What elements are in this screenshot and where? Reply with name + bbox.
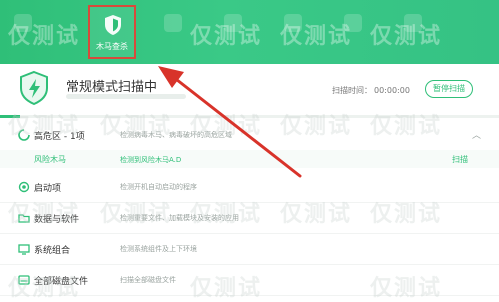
toolbar-slot[interactable] <box>0 4 46 60</box>
scan-progress-fill <box>0 115 20 118</box>
section-desc: 检测开机自动启动的程序 <box>120 183 197 191</box>
blank-icon <box>164 14 182 32</box>
scan-action-link[interactable]: 扫描 <box>452 154 468 165</box>
section-title: 高危区 - 1项 <box>34 132 85 142</box>
spinner-icon <box>18 129 30 141</box>
section-title: 启动项 <box>34 184 62 194</box>
section-title: 数据与软件 <box>34 215 80 225</box>
section-desc: 检测系统组件及上下环境 <box>120 245 197 253</box>
disk-icon <box>18 275 30 285</box>
elapsed-time: 扫描时间： 00:00:00 <box>330 85 410 96</box>
scan-title: 常规模式扫描中 <box>66 80 158 95</box>
blank-icon <box>224 14 242 32</box>
section-title: 全部磁盘文件 <box>34 277 89 287</box>
folder-icon <box>18 214 30 223</box>
toolbar-slot[interactable] <box>390 4 436 60</box>
toolbar-slot[interactable] <box>330 4 376 60</box>
scan-progress-bar <box>0 115 499 118</box>
toolbar-slot[interactable] <box>270 4 316 60</box>
section-title: 系统组合 <box>34 246 71 256</box>
section-row-data-software[interactable]: 数据与软件 检测重要文件、加载模块及安装的应用 <box>0 203 499 234</box>
blank-icon <box>344 14 362 32</box>
pause-scan-button[interactable]: 暂停扫描 <box>425 80 473 98</box>
shield-icon <box>105 15 121 35</box>
section-desc: 扫描全部磁盘文件 <box>120 276 176 284</box>
blank-icon <box>404 14 422 32</box>
shield-lightning-icon <box>20 70 48 106</box>
blank-icon <box>14 14 32 32</box>
chevron-up-icon[interactable]: ︿ <box>472 128 481 141</box>
system-icon <box>18 244 30 255</box>
top-toolbar: 木马查杀 <box>0 0 499 64</box>
detected-item-desc: 检测到风险木马A.D <box>120 156 182 164</box>
section-row-high-risk[interactable]: 高危区 - 1项 检测病毒木马、病毒破坏的高危区域 ︿ <box>0 120 499 151</box>
section-row-system[interactable]: 系统组合 检测系统组件及上下环境 <box>0 234 499 265</box>
toolbar-slot[interactable] <box>150 4 196 60</box>
startup-icon <box>18 181 30 193</box>
tab-label: 木马查杀 <box>96 42 128 51</box>
section-row-startup[interactable]: 启动项 检测开机自动启动的程序 <box>0 172 499 203</box>
section-desc: 检测病毒木马、病毒破坏的高危区域 <box>120 131 232 139</box>
section-desc: 检测重要文件、加载模块及安装的应用 <box>120 214 239 222</box>
risk-tag: 风险木马 <box>34 155 66 164</box>
scan-header: 常规模式扫描中 扫描时间： 00:00:00 暂停扫描 <box>0 64 499 117</box>
tab-trojan-scan[interactable]: 木马查杀 <box>88 5 136 59</box>
detected-item-row[interactable]: 风险木马 检测到风险木马A.D 扫描 <box>0 150 499 168</box>
elapsed-label: 扫描时间： <box>332 86 372 95</box>
section-row-disk-files[interactable]: 全部磁盘文件 扫描全部磁盘文件 <box>0 265 499 296</box>
blank-icon <box>284 14 302 32</box>
scan-subtitle-placeholder <box>66 94 186 99</box>
elapsed-value: 00:00:00 <box>374 86 410 95</box>
toolbar-slot[interactable] <box>210 4 256 60</box>
